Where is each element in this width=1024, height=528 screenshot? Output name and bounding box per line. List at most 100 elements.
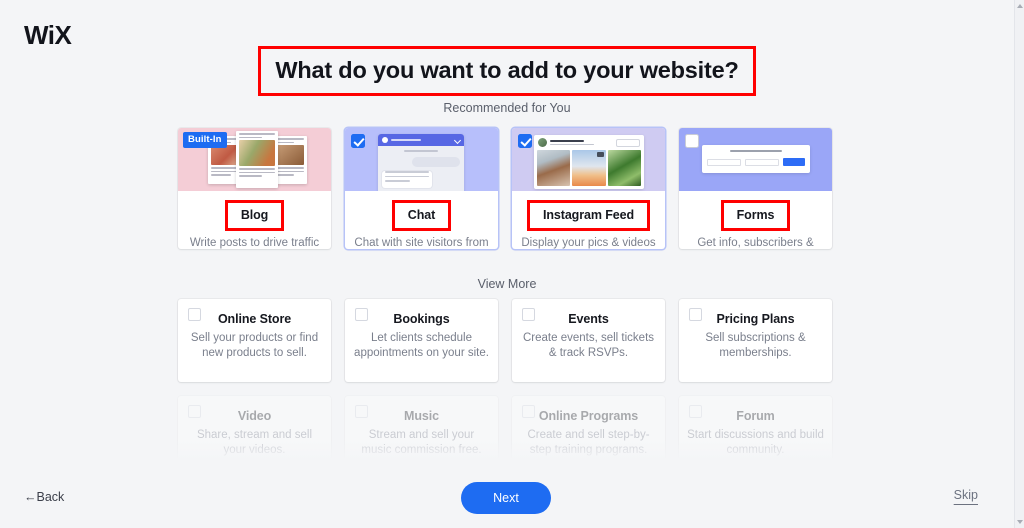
form-preview — [702, 145, 810, 173]
form-field-preview-2 — [745, 158, 779, 166]
card-online-programs[interactable]: Online Programs Create and sell step-by-… — [512, 396, 665, 479]
card-forms-description: Get info, subscribers & payments with Fo… — [697, 237, 814, 249]
card-blog[interactable]: Built-In Blog Write posts to drive traff… — [178, 128, 331, 249]
page-title: What do you want to add to your website? — [258, 46, 756, 96]
page-title-wrapper: What do you want to add to your website? — [0, 46, 1014, 96]
view-more-card-grid-partial: Video Share, stream and sell your videos… — [178, 396, 836, 479]
card-forum-checkbox[interactable] — [689, 405, 702, 418]
card-forms-body: Forms Get info, subscribers & payments w… — [679, 191, 832, 249]
card-music-body: Music Stream and sell your music commiss… — [345, 396, 498, 458]
card-forum-description: Start discussions and build community. — [687, 429, 824, 456]
built-in-badge: Built-In — [183, 132, 227, 148]
blog-thumbnail: Built-In — [178, 128, 331, 191]
card-online-store-title: Online Store — [217, 312, 292, 326]
chat-bubble-incoming — [382, 171, 432, 188]
back-button[interactable]: ←Back — [24, 490, 64, 504]
chat-thumbnail — [345, 128, 498, 191]
card-instagram-feed-body: Instagram Feed Display your pics & video… — [512, 191, 665, 249]
card-bookings-body: Bookings Let clients schedule appointmen… — [345, 299, 498, 361]
card-forum-body: Forum Start discussions and build commun… — [679, 396, 832, 458]
card-pricing-plans-title: Pricing Plans — [716, 312, 795, 326]
card-music-description: Stream and sell your music commission fr… — [361, 429, 482, 456]
card-events[interactable]: Events Create events, sell tickets & tra… — [512, 299, 665, 382]
card-video[interactable]: Video Share, stream and sell your videos… — [178, 396, 331, 479]
video-icon — [596, 152, 604, 157]
card-blog-title: Blog — [240, 208, 269, 222]
card-pricing-plans-checkbox[interactable] — [689, 308, 702, 321]
chat-bubble-outgoing — [412, 157, 460, 167]
card-online-store-description: Sell your products or find new products … — [190, 332, 319, 359]
card-video-body: Video Share, stream and sell your videos… — [178, 396, 331, 458]
view-more-section-label: View More — [477, 277, 537, 291]
card-online-store-body: Online Store Sell your products or find … — [178, 299, 331, 361]
follow-button-preview — [616, 138, 640, 147]
card-events-description: Create events, sell tickets & track RSVP… — [522, 332, 655, 359]
card-bookings-description: Let clients schedule appointments on you… — [354, 332, 489, 359]
form-submit-preview — [783, 158, 805, 166]
card-video-checkbox[interactable] — [188, 405, 201, 418]
footer-bar: ←Back Next Skip — [0, 468, 1014, 528]
scroll-up-arrow-icon[interactable] — [1017, 4, 1023, 8]
card-online-store[interactable]: Online Store Sell your products or find … — [178, 299, 331, 382]
card-chat-body: Chat Chat with site visitors from deskto… — [345, 191, 498, 249]
form-field-preview-1 — [707, 158, 741, 166]
card-online-programs-checkbox[interactable] — [522, 405, 535, 418]
card-online-programs-body: Online Programs Create and sell step-by-… — [512, 396, 665, 458]
card-chat-title: Chat — [407, 208, 436, 222]
card-events-body: Events Create events, sell tickets & tra… — [512, 299, 665, 361]
card-chat[interactable]: Chat Chat with site visitors from deskto… — [345, 128, 498, 249]
card-bookings-checkbox[interactable] — [355, 308, 368, 321]
card-forms[interactable]: Forms Get info, subscribers & payments w… — [679, 128, 832, 249]
card-instagram-feed-title-highlight: Instagram Feed — [527, 200, 650, 231]
card-forum[interactable]: Forum Start discussions and build commun… — [679, 396, 832, 479]
card-forum-title: Forum — [736, 409, 775, 423]
blog-article-preview-2 — [236, 131, 278, 188]
card-music-checkbox[interactable] — [355, 405, 368, 418]
recommended-card-grid: Built-In Blog Write posts to drive traff… — [178, 128, 836, 249]
card-pricing-plans-description: Sell subscriptions & memberships. — [705, 332, 806, 359]
card-bookings[interactable]: Bookings Let clients schedule appointmen… — [345, 299, 498, 382]
chevron-down-icon — [453, 136, 462, 144]
card-music-title: Music — [404, 409, 439, 423]
instagram-photo-1 — [537, 150, 571, 186]
scroll-down-arrow-icon[interactable] — [1017, 520, 1023, 524]
chat-window-preview — [378, 134, 464, 191]
card-video-description: Share, stream and sell your videos. — [196, 429, 313, 456]
card-instagram-feed[interactable]: Instagram Feed Display your pics & video… — [512, 128, 665, 249]
chat-window-header — [378, 134, 464, 146]
card-pricing-plans-body: Pricing Plans Sell subscriptions & membe… — [679, 299, 832, 361]
card-chat-description: Chat with site visitors from desktop or … — [354, 237, 489, 249]
instagram-photo-2 — [572, 150, 606, 186]
card-blog-body: Blog Write posts to drive traffic and sh… — [178, 191, 331, 249]
card-events-title: Events — [568, 312, 609, 326]
recommended-section-label: Recommended for You — [443, 101, 571, 115]
chat-avatar-icon — [382, 137, 388, 143]
forms-thumbnail — [679, 128, 832, 191]
instagram-photo-3 — [607, 150, 641, 186]
card-events-checkbox[interactable] — [522, 308, 535, 321]
instagram-thumbnail — [512, 128, 665, 191]
card-instagram-feed-description: Display your pics & videos from Instagra… — [521, 237, 656, 249]
instagram-feed-preview — [534, 135, 644, 189]
page-scrollbar[interactable] — [1014, 0, 1024, 528]
card-online-store-checkbox[interactable] — [188, 308, 201, 321]
card-online-programs-title: Online Programs — [538, 409, 639, 423]
card-chat-title-highlight: Chat — [391, 200, 452, 231]
card-music[interactable]: Music Stream and sell your music commiss… — [345, 396, 498, 479]
card-online-programs-description: Create and sell step-by-step training pr… — [527, 429, 650, 456]
avatar — [538, 138, 547, 147]
card-instagram-feed-title: Instagram Feed — [543, 208, 634, 222]
card-video-title: Video — [237, 409, 272, 423]
card-forms-checkbox[interactable] — [685, 134, 699, 148]
card-blog-description: Write posts to drive traffic and share y… — [189, 237, 320, 249]
next-button[interactable]: Next — [461, 482, 551, 514]
card-instagram-feed-checkbox[interactable] — [518, 134, 532, 148]
card-bookings-title: Bookings — [393, 312, 450, 326]
card-blog-title-highlight: Blog — [224, 200, 285, 231]
card-chat-checkbox[interactable] — [351, 134, 365, 148]
skip-button[interactable]: Skip — [954, 488, 978, 502]
view-more-card-grid: Online Store Sell your products or find … — [178, 299, 836, 382]
card-forms-title: Forms — [736, 208, 775, 222]
card-forms-title-highlight: Forms — [720, 200, 791, 231]
card-pricing-plans[interactable]: Pricing Plans Sell subscriptions & membe… — [679, 299, 832, 382]
